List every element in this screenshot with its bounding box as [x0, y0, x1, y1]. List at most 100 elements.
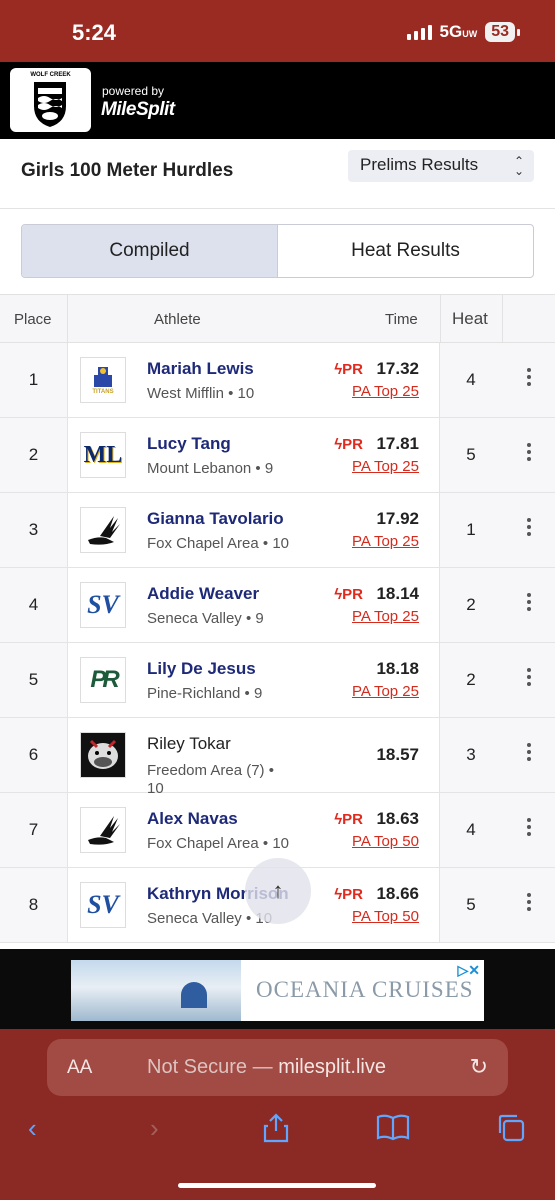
- athlete-name[interactable]: Alex Navas: [147, 809, 238, 829]
- bulldog-icon: [88, 739, 118, 769]
- heat-number: 2: [466, 595, 476, 614]
- result-time: 18.18: [376, 659, 419, 678]
- ad-banner[interactable]: OCEANIA CRUISES ▷✕: [71, 960, 484, 1021]
- rank-link[interactable]: PA Top 25: [352, 383, 419, 400]
- bookmarks-icon[interactable]: [376, 1113, 410, 1148]
- more-menu-icon[interactable]: [503, 815, 555, 839]
- tabs-icon[interactable]: [496, 1113, 526, 1150]
- heat-number: 4: [466, 820, 476, 839]
- forward-icon[interactable]: ›: [150, 1113, 159, 1144]
- team-logo: SV: [80, 882, 126, 928]
- pr-badge: ϟPR: [334, 811, 363, 828]
- url-text[interactable]: Not Secure — milesplit.live: [147, 1056, 386, 1079]
- more-menu-icon[interactable]: [503, 890, 555, 914]
- winged-foot-icon: [88, 516, 120, 545]
- rank-link[interactable]: PA Top 25: [352, 533, 419, 550]
- row-place: 4: [28, 595, 39, 614]
- tab-heat-results[interactable]: Heat Results: [278, 225, 533, 277]
- athlete-name[interactable]: Addie Weaver: [147, 584, 259, 604]
- share-icon[interactable]: [262, 1113, 290, 1150]
- pr-badge: ϟPR: [334, 361, 363, 378]
- row-place: 6: [28, 745, 39, 764]
- row-place: 3: [28, 520, 39, 539]
- more-menu-icon[interactable]: [503, 365, 555, 389]
- table-row[interactable]: 2 ML Lucy Tang Mount Lebanon • 9 ϟPR 17.…: [0, 418, 555, 493]
- status-indicators: 5GUW 53: [406, 22, 520, 42]
- browser-toolbar: ‹ ›: [0, 1109, 555, 1159]
- table-row[interactable]: 4 SV Addie Weaver Seneca Valley • 9 ϟPR …: [0, 568, 555, 643]
- address-bar[interactable]: AA Not Secure — milesplit.live ↻: [47, 1039, 508, 1096]
- more-menu-icon[interactable]: [503, 590, 555, 614]
- athlete-name[interactable]: Mariah Lewis: [147, 359, 254, 379]
- table-header: Place Athlete Time Heat: [0, 294, 555, 343]
- heat-number: 5: [466, 895, 476, 914]
- shield-icon: [34, 82, 66, 127]
- more-menu-icon[interactable]: [503, 665, 555, 689]
- table-row[interactable]: 1 TITANS Mariah Lewis West Mifflin • 10 …: [0, 343, 555, 418]
- arrow-up-icon: ↑: [272, 878, 284, 903]
- table-row[interactable]: 6 Riley Tokar Freedom Area (7) • 10 18.5…: [0, 718, 555, 797]
- header-heat[interactable]: Heat: [452, 309, 488, 329]
- header-time[interactable]: Time: [385, 311, 418, 328]
- tab-compiled[interactable]: Compiled: [22, 225, 278, 277]
- team-logo: ML: [80, 432, 126, 478]
- athlete-team: Seneca Valley • 9: [147, 610, 264, 627]
- heat-number: 2: [466, 670, 476, 689]
- school-logo[interactable]: WOLF CREEK: [10, 68, 91, 132]
- result-time: 17.81: [376, 434, 419, 453]
- athlete-team: Fox Chapel Area • 10: [147, 835, 290, 852]
- ad-image: [71, 960, 241, 1021]
- athlete-name[interactable]: Lucy Tang: [147, 434, 231, 454]
- rank-link[interactable]: PA Top 50: [352, 908, 419, 925]
- browser-chrome: AA Not Secure — milesplit.live ↻ ‹ ›: [0, 1029, 555, 1200]
- home-indicator: [178, 1183, 376, 1188]
- table-row[interactable]: 3 Gianna Tavolario Fox Chapel Area • 10 …: [0, 493, 555, 568]
- milesplit-logo[interactable]: MileSplit: [101, 99, 175, 121]
- chevron-updown-icon: ⌃ ⌄: [513, 154, 524, 178]
- status-time: 5:24: [72, 20, 117, 45]
- rank-link[interactable]: PA Top 50: [352, 833, 419, 850]
- rank-link[interactable]: PA Top 25: [352, 683, 419, 700]
- brand-header: WOLF CREEK powered by MileSplit: [0, 62, 555, 139]
- table-row[interactable]: 5 PR Lily De Jesus Pine-Richland • 9 18.…: [0, 643, 555, 718]
- results-tabs: Compiled Heat Results: [21, 224, 534, 278]
- team-logo: PR: [80, 657, 126, 703]
- reader-settings-button[interactable]: AA: [67, 1057, 92, 1079]
- scroll-to-top-button[interactable]: ↑: [245, 858, 311, 924]
- battery-icon: 53: [485, 22, 520, 42]
- result-time: 18.57: [376, 745, 419, 764]
- team-logo: [80, 507, 126, 553]
- team-logo: [80, 807, 126, 853]
- pr-badge: ϟPR: [334, 586, 363, 603]
- school-logo-text: WOLF CREEK: [30, 72, 71, 78]
- signal-icon: [406, 24, 432, 40]
- event-header: Girls 100 Meter Hurdles Prelims Results …: [0, 139, 555, 209]
- rank-link[interactable]: PA Top 25: [352, 608, 419, 625]
- more-menu-icon[interactable]: [503, 440, 555, 464]
- winged-foot-icon: [88, 816, 120, 845]
- powered-by-label: powered by: [102, 84, 165, 98]
- row-place: 2: [28, 445, 39, 464]
- round-select[interactable]: Prelims Results ⌃ ⌄: [348, 150, 534, 182]
- header-athlete[interactable]: Athlete: [154, 311, 201, 328]
- athlete-team: West Mifflin • 10: [147, 385, 255, 402]
- round-select-value: Prelims Results: [360, 155, 479, 174]
- results-table: Place Athlete Time Heat 1 TITANS Mariah …: [0, 294, 555, 943]
- row-place: 7: [28, 820, 39, 839]
- row-place: 1: [28, 370, 39, 389]
- result-time: 17.92: [376, 509, 419, 528]
- reload-icon[interactable]: ↻: [470, 1054, 488, 1080]
- back-icon[interactable]: ‹: [28, 1113, 37, 1144]
- table-row[interactable]: 7 Alex Navas Fox Chapel Area • 10 ϟPR 18…: [0, 793, 555, 868]
- athlete-name[interactable]: Lily De Jesus: [147, 659, 256, 679]
- header-place[interactable]: Place: [14, 311, 52, 328]
- row-place: 8: [28, 895, 39, 914]
- rank-link[interactable]: PA Top 25: [352, 458, 419, 475]
- more-menu-icon[interactable]: [503, 740, 555, 764]
- more-menu-icon[interactable]: [503, 515, 555, 539]
- row-place: 5: [28, 670, 39, 689]
- ad-choices-icon[interactable]: ▷✕: [458, 962, 481, 979]
- team-logo: SV: [80, 582, 126, 628]
- athlete-team: Pine-Richland • 9: [147, 685, 263, 702]
- athlete-name[interactable]: Gianna Tavolario: [147, 509, 284, 529]
